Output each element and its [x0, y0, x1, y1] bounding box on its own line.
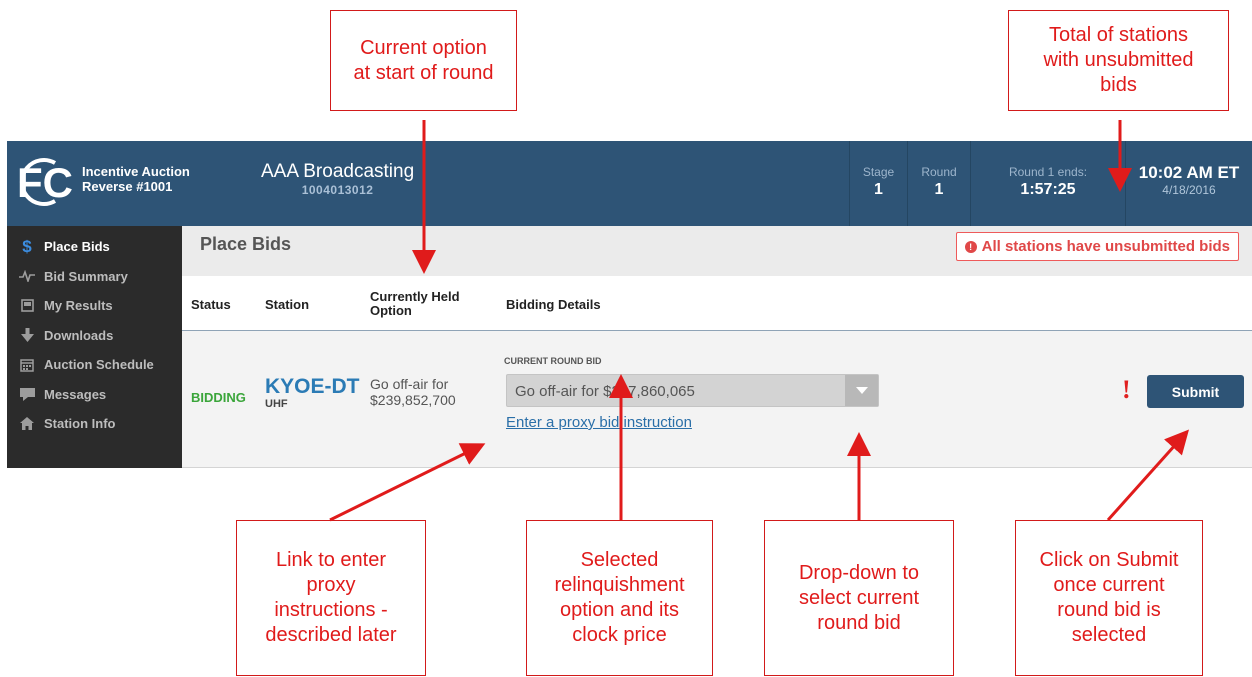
round-value: 1: [934, 181, 944, 198]
sidebar-item-auction-schedule[interactable]: Auction Schedule: [7, 350, 182, 380]
page-header: Place Bids ! All stations have unsubmitt…: [182, 226, 1252, 276]
station-callsign[interactable]: KYOE-DT: [265, 376, 360, 398]
callout-submit: Click on Submit once current round bid i…: [1015, 520, 1203, 676]
column-header-status: Status: [191, 297, 231, 312]
table-row: BIDDING KYOE-DT UHF Go off-air for $239,…: [182, 331, 1252, 468]
dollar-icon: $: [22, 236, 32, 256]
message-icon: [18, 387, 36, 401]
callout-proxy-link: Link to enter proxy instructions - descr…: [236, 520, 426, 676]
stage-value: 1: [874, 181, 883, 198]
bidder-info: AAA Broadcasting 1004013012: [261, 161, 414, 197]
warning-icon: !: [1122, 375, 1131, 404]
alert-text: All stations have unsubmitted bids: [981, 238, 1230, 255]
status-badge: BIDDING: [191, 390, 246, 405]
page-title: Place Bids: [200, 234, 292, 254]
sidebar: $ Place Bids Bid Summary My Results Down…: [7, 226, 182, 468]
main-content: Place Bids ! All stations have unsubmitt…: [182, 226, 1252, 468]
clock: 10:02 AM ET 4/18/2016: [1125, 141, 1252, 226]
dropdown-toggle[interactable]: [845, 375, 878, 406]
stage-label: Stage: [862, 165, 895, 179]
callout-dropdown: Drop-down to select current round bid: [764, 520, 954, 676]
auction-app: FC Incentive Auction Reverse #1001 AAA B…: [7, 141, 1252, 468]
current-round-bid-dropdown[interactable]: Go off-air for $227,860,065: [506, 374, 879, 407]
fcc-logo: FC: [17, 158, 73, 206]
download-icon: [18, 328, 36, 343]
calendar-icon: [18, 358, 36, 372]
clock-date: 4/18/2016: [1162, 183, 1216, 197]
results-icon: [18, 299, 36, 313]
sidebar-item-place-bids[interactable]: $ Place Bids: [7, 232, 182, 262]
callout-selected-option: Selected relinquishment option and its c…: [526, 520, 713, 676]
round-ends-label: Round 1 ends:: [1008, 165, 1088, 179]
held-option: Go off-air for $239,852,700: [370, 376, 456, 408]
callout-total-stations: Total of stations with unsubmitted bids: [1008, 10, 1229, 111]
sidebar-item-label: Place Bids: [44, 239, 110, 255]
selected-bid-value: Go off-air for $227,860,065: [515, 383, 695, 400]
current-round-bid-label: CURRENT ROUND BID: [504, 356, 602, 366]
pulse-icon: [18, 270, 36, 283]
stage-indicator: Stage 1: [849, 141, 907, 226]
column-header-station: Station: [265, 297, 310, 312]
bidder-name: AAA Broadcasting: [261, 161, 415, 182]
callout-current-option: Current option at start of round: [330, 10, 517, 111]
chevron-down-icon: [855, 387, 868, 394]
round-indicator: Round 1: [907, 141, 970, 226]
sidebar-item-label: Downloads: [44, 327, 114, 343]
sidebar-item-label: Auction Schedule: [44, 357, 154, 373]
round-ends-value: 1:57:25: [1020, 181, 1076, 198]
sidebar-item-label: Station Info: [44, 416, 116, 432]
auction-name: Incentive Auction Reverse #1001: [82, 164, 190, 194]
round-label: Round: [921, 165, 957, 179]
round-timer: Round 1 ends: 1:57:25: [970, 141, 1125, 226]
sidebar-item-downloads[interactable]: Downloads: [7, 321, 182, 351]
sidebar-item-messages[interactable]: Messages: [7, 380, 182, 410]
alert-icon: !: [964, 240, 977, 253]
top-bar: FC Incentive Auction Reverse #1001 AAA B…: [7, 141, 1252, 226]
held-option-line1: Go off-air for: [370, 376, 449, 392]
home-icon: [18, 417, 36, 431]
svg-text:FC: FC: [17, 159, 73, 206]
proxy-bid-link[interactable]: Enter a proxy bid instruction: [506, 414, 692, 431]
sidebar-item-label: My Results: [44, 298, 113, 314]
held-header-line2: Option: [370, 303, 412, 318]
bidder-id: 1004013012: [301, 183, 374, 197]
sidebar-item-label: Messages: [44, 386, 107, 402]
sidebar-item-station-info[interactable]: Station Info: [7, 409, 182, 439]
held-option-price: $239,852,700: [370, 392, 456, 408]
held-header-line1: Currently Held: [370, 289, 460, 304]
station-band: UHF: [265, 398, 288, 410]
sidebar-item-bid-summary[interactable]: Bid Summary: [7, 262, 182, 292]
sidebar-item-my-results[interactable]: My Results: [7, 291, 182, 321]
submit-button[interactable]: Submit: [1147, 375, 1244, 408]
auction-name-line2: Reverse #1001: [82, 179, 173, 194]
auction-name-line1: Incentive Auction: [82, 164, 190, 179]
column-header-bidding-details: Bidding Details: [506, 297, 601, 312]
unsubmitted-alert-badge: ! All stations have unsubmitted bids: [955, 232, 1239, 261]
clock-time: 10:02 AM ET: [1138, 163, 1240, 182]
column-header-held-option: Currently Held Option: [370, 290, 460, 318]
sidebar-item-label: Bid Summary: [44, 268, 128, 284]
